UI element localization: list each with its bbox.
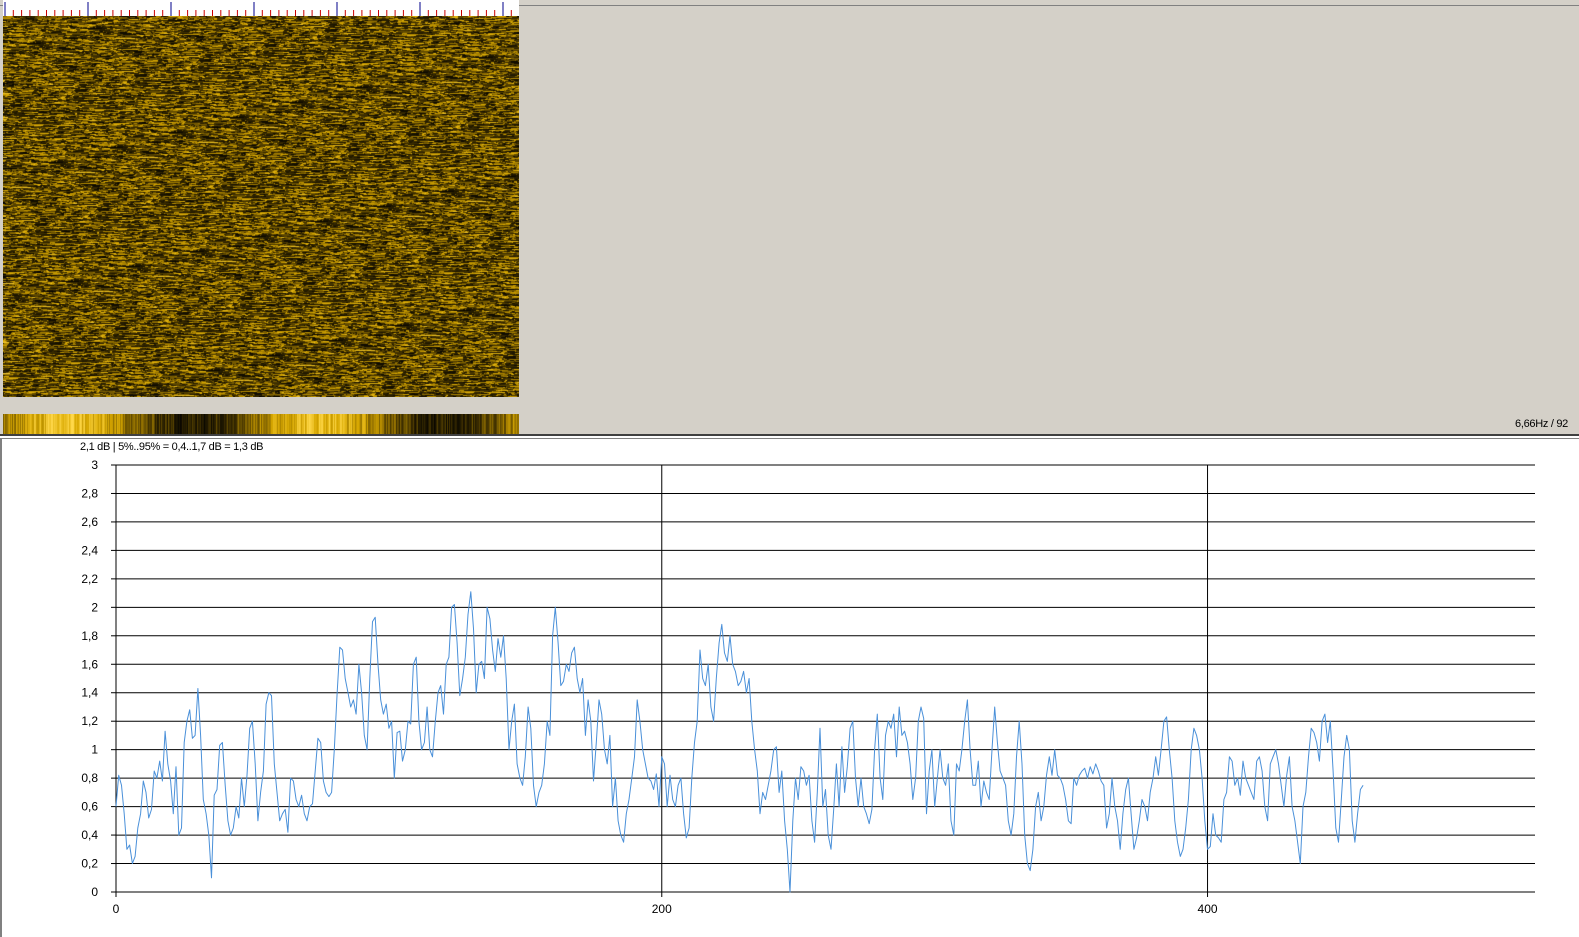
y-tick-label: 0,6	[81, 800, 98, 814]
y-tick-label: 0,8	[81, 771, 98, 785]
y-tick-label: 1,2	[81, 714, 98, 728]
x-tick-label: 200	[652, 902, 672, 916]
y-tick-label: 2	[91, 600, 98, 614]
y-tick-label: 1,4	[81, 686, 98, 700]
x-tick-label: 0	[113, 902, 120, 916]
x-tick-label: 400	[1198, 902, 1218, 916]
y-tick-label: 0	[91, 885, 98, 899]
series-line	[115, 591, 1364, 893]
y-tick-label: 2,8	[81, 486, 98, 500]
y-tick-label: 0,4	[81, 828, 98, 842]
y-tick-label: 2,4	[81, 543, 98, 557]
y-tick-label: 3	[91, 458, 98, 472]
y-tick-label: 1	[91, 743, 98, 757]
y-tick-label: 2,2	[81, 572, 98, 586]
y-tick-label: 0,2	[81, 857, 98, 871]
y-tick-label: 1,8	[81, 629, 98, 643]
line-chart: 0 0,2 0,4 0,6 0,8 1 1,2 1,4 1,6 1,8 2 2,2 2,4 2,6 2,8 3…	[81, 458, 1535, 916]
y-tick-label: 2,6	[81, 515, 98, 529]
y-tick-label: 1,6	[81, 657, 98, 671]
